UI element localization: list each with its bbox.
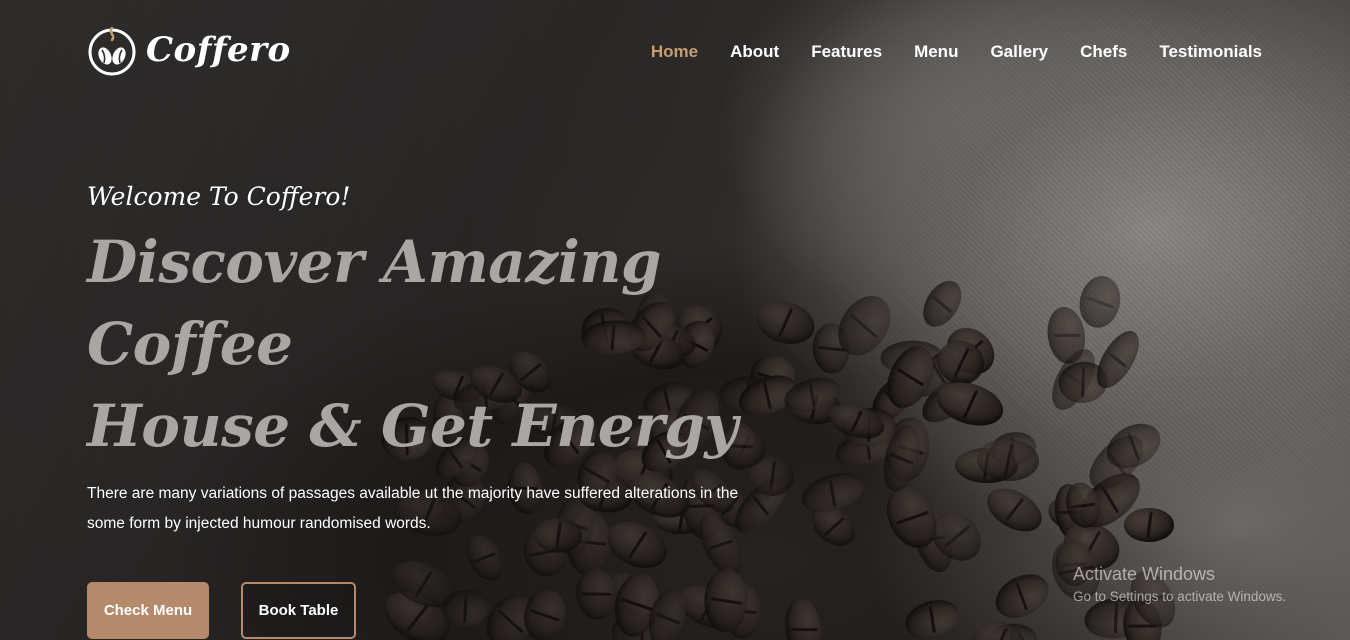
nav-item-about[interactable]: About — [730, 42, 779, 62]
nav-item-chefs[interactable]: Chefs — [1080, 42, 1127, 62]
book-table-button[interactable]: Book Table — [241, 582, 356, 639]
activate-windows-watermark: Activate Windows Go to Settings to activ… — [1073, 564, 1286, 604]
hero-headline-line2: House & Get Energy — [87, 392, 738, 460]
hero-content: Welcome To Coffero! Discover Amazing Cof… — [87, 182, 787, 639]
hero-welcome-text: Welcome To Coffero! — [87, 182, 351, 211]
nav-item-testimonials[interactable]: Testimonials — [1159, 42, 1262, 62]
hero-description: There are many variations of passages av… — [87, 485, 739, 532]
coffee-beans-logo-icon — [88, 26, 136, 76]
nav-item-menu[interactable]: Menu — [914, 42, 958, 62]
main-nav: Home About Features Menu Gallery Chefs T… — [651, 42, 1262, 62]
hero-headline: Discover Amazing Coffee House & Get Ener… — [87, 221, 787, 467]
nav-item-home[interactable]: Home — [651, 42, 698, 62]
nav-item-features[interactable]: Features — [811, 42, 882, 62]
watermark-subtitle: Go to Settings to activate Windows. — [1073, 589, 1287, 604]
watermark-title: Activate Windows — [1073, 564, 1216, 584]
check-menu-button[interactable]: Check Menu — [87, 582, 209, 639]
hero-headline-line1: Discover Amazing Coffee — [87, 228, 661, 378]
brand-name: Coffero — [146, 30, 291, 70]
brand-logo[interactable]: Coffero — [86, 24, 291, 76]
site-header: Coffero Home About Features Menu Gallery… — [0, 0, 1350, 100]
nav-item-gallery[interactable]: Gallery — [990, 42, 1048, 62]
hero-buttons: Check Menu Book Table — [87, 582, 787, 639]
